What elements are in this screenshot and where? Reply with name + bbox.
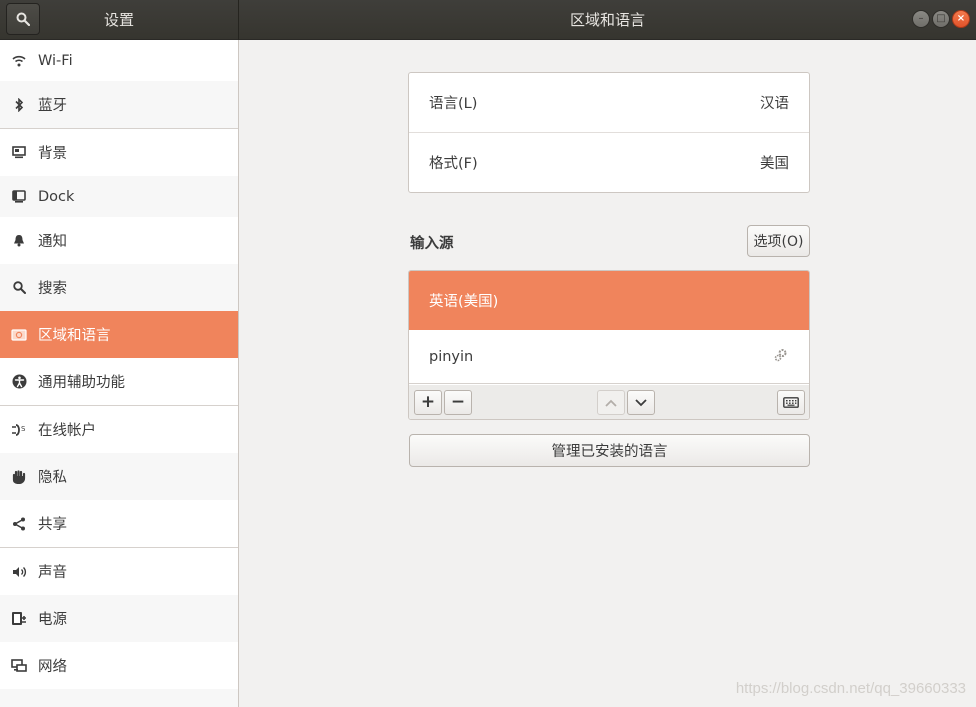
header-bar: 设置 区域和语言 – □ × <box>0 0 976 40</box>
sidebar-item-label: 隐私 <box>38 470 67 486</box>
sidebar-item-label: 背景 <box>38 146 67 162</box>
bluetooth-icon <box>0 97 38 112</box>
sidebar-item-label: 通知 <box>38 234 67 250</box>
language-label: 语言(L) <box>429 96 478 112</box>
maximize-icon: □ <box>936 13 946 24</box>
sidebar-item-privacy[interactable]: 隐私 <box>0 453 238 500</box>
search-icon <box>16 12 30 26</box>
share-icon <box>0 517 38 531</box>
search-button[interactable] <box>6 3 40 35</box>
power-icon <box>0 611 38 626</box>
language-value: 汉语 <box>760 96 789 112</box>
window-title: 区域和语言 <box>569 11 645 29</box>
search-icon <box>0 281 38 294</box>
background-icon <box>0 146 38 159</box>
language-format-panel: 语言(L) 汉语 格式(F) 美国 <box>408 72 810 193</box>
sidebar-item-label: 蓝牙 <box>38 98 67 114</box>
add-input-source-button[interactable]: + <box>414 390 442 415</box>
input-source-label: pinyin <box>429 348 474 365</box>
minus-icon: − <box>450 392 466 412</box>
sidebar-item-label: 区域和语言 <box>38 328 111 344</box>
settings-gear-icon[interactable] <box>773 347 789 367</box>
show-keyboard-layout-button[interactable] <box>777 390 805 415</box>
accessibility-icon <box>0 374 38 389</box>
minimize-button[interactable]: – <box>912 10 930 28</box>
sidebar-item-notifications[interactable]: 通知 <box>0 217 238 264</box>
sidebar-border <box>238 40 239 707</box>
sidebar-item-label: 声音 <box>38 565 67 581</box>
sidebar-item-background[interactable]: 背景 <box>0 129 238 176</box>
sidebar-item-sound[interactable]: 声音 <box>0 548 238 595</box>
online-accounts-icon: S <box>0 423 38 437</box>
input-source-item[interactable]: pinyin <box>409 330 809 384</box>
hand-icon <box>0 469 38 484</box>
sidebar-item-label: 共享 <box>38 517 67 533</box>
sidebar-item-search[interactable]: 搜索 <box>0 264 238 311</box>
move-down-button[interactable] <box>627 390 655 415</box>
region-icon <box>0 328 38 341</box>
sidebar-item-bluetooth[interactable]: 蓝牙 <box>0 81 238 128</box>
sidebar-item-label: Dock <box>38 188 75 205</box>
sidebar-item-label: 电源 <box>38 612 67 628</box>
bell-icon <box>0 234 38 247</box>
formats-label: 格式(F) <box>429 155 478 172</box>
maximize-button[interactable]: □ <box>932 10 950 28</box>
chevron-down-icon <box>635 398 647 406</box>
input-source-item[interactable]: 英语(美国) <box>409 271 809 330</box>
input-source-label: 英语(美国) <box>429 294 499 310</box>
wifi-icon <box>0 55 38 67</box>
minimize-icon: – <box>918 13 924 24</box>
sidebar-item-network[interactable]: 网络 <box>0 642 238 689</box>
manage-installed-languages-button[interactable]: 管理已安装的语言 <box>409 434 810 467</box>
network-icon <box>0 658 38 673</box>
input-sources-panel: 英语(美国) pinyin + − <box>408 270 810 420</box>
sidebar-item-sharing[interactable]: 共享 <box>0 500 238 547</box>
move-up-button[interactable] <box>597 390 625 415</box>
sidebar-item-label: 搜索 <box>38 281 67 297</box>
close-icon: × <box>956 13 966 24</box>
sidebar-item-more[interactable] <box>0 689 238 707</box>
sidebar-item-dock[interactable]: Dock <box>0 176 238 217</box>
input-sources-title: 输入源 <box>410 236 454 252</box>
sidebar-item-region-language[interactable]: 区域和语言 <box>0 311 238 358</box>
input-sources-toolbar: + − <box>409 385 809 419</box>
sidebar-item-label: 在线帐户 <box>38 423 96 439</box>
window-controls: – □ × <box>912 10 970 28</box>
sidebar-item-accessibility[interactable]: 通用辅助功能 <box>0 358 238 405</box>
options-button[interactable]: 选项(O) <box>747 225 810 257</box>
remove-input-source-button[interactable]: − <box>444 390 472 415</box>
plus-icon: + <box>420 392 436 412</box>
sidebar-item-label: 网络 <box>38 659 67 675</box>
sidebar-item-online-accounts[interactable]: S 在线帐户 <box>0 406 238 453</box>
close-button[interactable]: × <box>952 10 970 28</box>
speaker-icon <box>0 566 38 578</box>
sidebar-item-wifi[interactable]: Wi-Fi <box>0 40 238 81</box>
dock-icon <box>0 190 38 203</box>
formats-value: 美国 <box>760 155 789 172</box>
sidebar: Wi-Fi 蓝牙 背景 Dock 通知 搜索 区域和语言 通用辅助功能 S 在线… <box>0 40 238 707</box>
language-row[interactable]: 语言(L) 汉语 <box>409 73 809 132</box>
formats-row[interactable]: 格式(F) 美国 <box>409 132 809 191</box>
keyboard-icon <box>783 397 799 408</box>
chevron-up-icon <box>605 399 617 407</box>
sidebar-item-label: 通用辅助功能 <box>38 375 125 391</box>
svg-text:S: S <box>21 425 26 433</box>
watermark: https://blog.csdn.net/qq_39660333 <box>735 680 966 697</box>
sidebar-item-label: Wi-Fi <box>38 52 73 69</box>
sidebar-item-power[interactable]: 电源 <box>0 595 238 642</box>
